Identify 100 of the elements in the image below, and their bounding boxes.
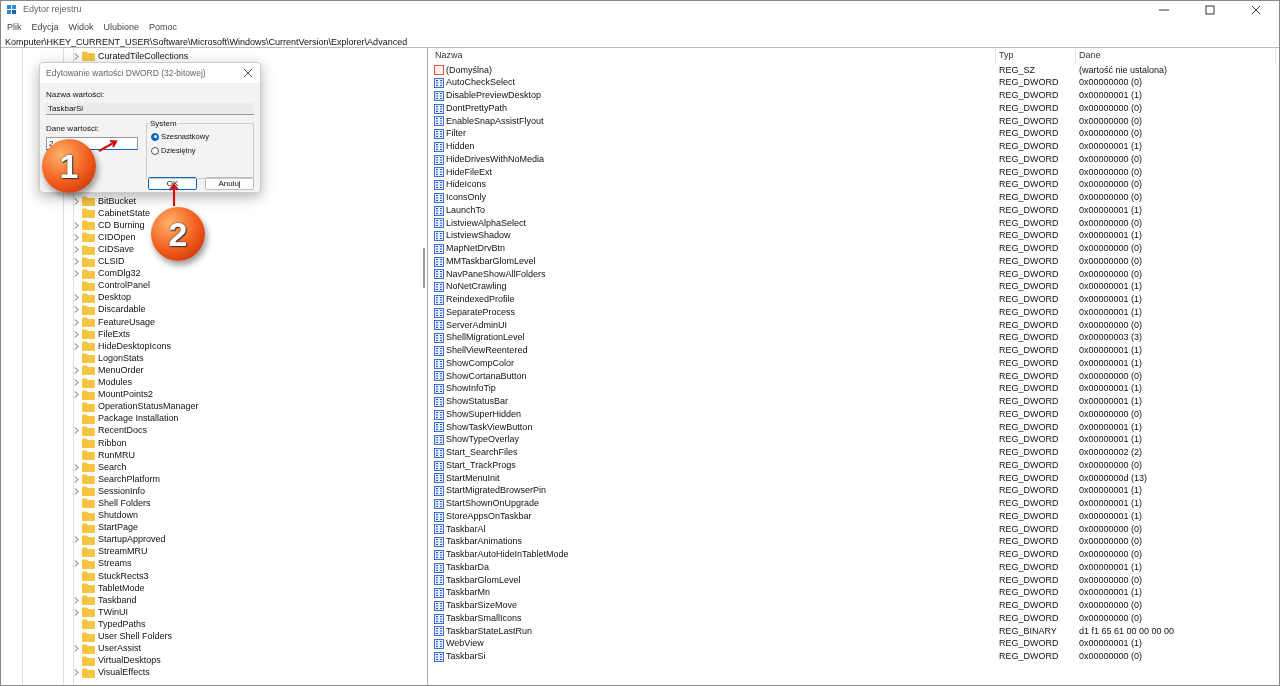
radio-button[interactable] (151, 146, 159, 155)
value-name[interactable]: ShowCortanaButton (446, 369, 527, 384)
tree-item[interactable]: ComDlg32 (98, 268, 141, 280)
value-name[interactable]: AutoCheckSelect (446, 76, 516, 90)
menu-item[interactable]: Pomoc (149, 21, 178, 35)
chevron-icon[interactable] (74, 669, 79, 677)
tree-item[interactable]: CIDOpen (98, 231, 136, 243)
value-name[interactable]: (Domyślna) (446, 63, 492, 78)
tree-item[interactable]: StreamMRU (98, 546, 148, 558)
value-name[interactable]: IconsOnly (446, 191, 487, 205)
dialog-button[interactable]: OK (148, 177, 197, 190)
value-name[interactable]: DisablePreviewDesktop (446, 89, 542, 103)
column-header[interactable]: Dane (1076, 48, 1276, 64)
tree-item[interactable]: FileExts (98, 328, 130, 340)
value-name[interactable]: ShowInfoTip (446, 382, 496, 396)
value-name[interactable]: TaskbarAnimations (446, 535, 523, 549)
column-header[interactable]: Nazwa (432, 48, 996, 64)
value-name[interactable]: TaskbarAl (446, 522, 486, 537)
tree-item[interactable]: Search (98, 461, 127, 473)
radio-button[interactable] (151, 132, 159, 141)
tree-item[interactable]: CD Burning (98, 219, 145, 231)
value-name[interactable]: ShellMigrationLevel (446, 331, 525, 345)
value-name[interactable]: HideFileExt (446, 165, 492, 180)
value-name-field[interactable]: TaskbarSi (46, 103, 254, 115)
chevron-icon[interactable] (74, 560, 79, 568)
dialog-button[interactable]: Anuluj (205, 177, 254, 190)
value-name[interactable]: StoreAppsOnTaskbar (446, 509, 532, 524)
menu-item[interactable]: Edycja (31, 21, 59, 35)
tree-item[interactable]: SearchPlatform (98, 473, 161, 485)
tree-item[interactable]: StartPage (98, 522, 139, 534)
value-name[interactable]: TaskbarSi (446, 650, 486, 664)
value-name[interactable]: ShellViewReentered (446, 344, 528, 358)
tree-item[interactable]: MenuOrder (98, 364, 144, 376)
value-name[interactable]: ReindexedProfile (446, 293, 515, 307)
value-name[interactable]: TaskbarSizeMove (446, 599, 518, 613)
value-name[interactable]: NoNetCrawling (446, 280, 507, 294)
value-name[interactable]: MMTaskbarGlomLevel (446, 254, 536, 269)
value-name[interactable]: ShowCompColor (446, 356, 515, 371)
splitter-handle[interactable] (423, 248, 425, 288)
tree-item[interactable]: User Shell Folders (98, 631, 173, 642)
value-name[interactable]: TaskbarGlomLevel (446, 573, 521, 588)
tree-item[interactable]: CLSID (98, 256, 125, 268)
tree-item[interactable]: Desktop (98, 292, 132, 304)
tree-item[interactable]: SessionInfo (98, 485, 146, 497)
value-name[interactable]: ShowStatusBar (446, 395, 509, 409)
menu-item[interactable]: Widok (68, 21, 94, 35)
value-name[interactable]: ListviewShadow (446, 229, 511, 243)
value-name[interactable]: StartMenuInit (446, 471, 500, 486)
value-name[interactable]: ListviewAlphaSelect (446, 216, 527, 231)
tree-item[interactable]: TWinUI (98, 606, 128, 618)
value-name[interactable]: WebView (446, 637, 484, 651)
menu-item[interactable]: Ulubione (103, 21, 140, 35)
tree-item[interactable]: TabletMode (98, 582, 145, 594)
value-name[interactable]: ShowTaskViewButton (446, 420, 533, 435)
tree-item[interactable]: Shell Folders (98, 498, 151, 509)
value-name[interactable]: TaskbarDa (446, 560, 490, 575)
value-name[interactable]: ShowTypeOverlay (446, 433, 520, 447)
tree-item[interactable]: HideDesktopIcons (98, 340, 172, 352)
value-name[interactable]: Start_TrackProgs (446, 458, 516, 473)
tree-item[interactable]: BitBucket (98, 195, 137, 207)
tree-item[interactable]: Modules (98, 377, 133, 389)
value-name[interactable]: TaskbarMn (446, 586, 490, 600)
tree-item[interactable]: Streams (98, 558, 132, 570)
tree-item[interactable]: RunMRU (98, 449, 135, 461)
tree-item[interactable]: CIDSave (98, 244, 134, 255)
tree-item[interactable]: LogonStats (98, 352, 144, 364)
menu-item[interactable]: Plik (7, 21, 22, 35)
column-header[interactable]: Typ (996, 48, 1076, 64)
tree-item[interactable]: OperationStatusManager (98, 401, 199, 413)
tree-item[interactable]: Discardable (98, 304, 146, 316)
value-name[interactable]: MapNetDrvBtn (446, 242, 506, 256)
value-name[interactable]: ShowSuperHidden (446, 407, 522, 422)
chevron-icon[interactable] (74, 536, 79, 544)
chevron-icon[interactable] (74, 197, 79, 205)
tree-item[interactable]: Shutdown (98, 510, 139, 522)
value-name[interactable]: ServerAdminUI (446, 318, 508, 333)
value-name[interactable]: SeparateProcess (446, 305, 516, 320)
tree-item[interactable]: VisualEffects (98, 667, 150, 679)
tree-item[interactable]: FeatureUsage (98, 316, 156, 328)
tree-item[interactable]: Package Installation (98, 413, 179, 425)
value-name[interactable]: StartShownOnUpgrade (446, 497, 540, 511)
tree-item[interactable]: VirtualDesktops (98, 655, 161, 667)
value-name[interactable]: TaskbarSmallIcons (446, 611, 522, 626)
value-name[interactable]: Start_SearchFiles (446, 446, 518, 460)
tree-item[interactable]: RecentDocs (98, 425, 148, 437)
tree-item[interactable]: StuckRects3 (98, 570, 149, 582)
value-name[interactable]: Hidden (446, 140, 475, 154)
value-name[interactable]: HideDrivesWithNoMedia (446, 152, 545, 167)
value-name[interactable]: DontPrettyPath (446, 101, 508, 116)
tree-item[interactable]: CuratedTileCollections (98, 50, 189, 62)
value-name[interactable]: StartMigratedBrowserPin (446, 484, 547, 498)
value-name[interactable]: TaskbarStateLastRun (446, 624, 533, 639)
close-icon[interactable] (244, 69, 252, 77)
tree-item[interactable]: UserAssist (98, 643, 141, 655)
tree-item[interactable]: Taskband (98, 594, 137, 606)
value-name[interactable]: TaskbarAutoHideInTabletMode (446, 548, 569, 562)
tree-item[interactable]: MountPoints2 (98, 389, 154, 401)
tree-item[interactable]: StartupApproved (98, 534, 166, 546)
tree-item[interactable]: Ribbon (98, 437, 127, 449)
value-name[interactable]: HideIcons (446, 178, 487, 192)
